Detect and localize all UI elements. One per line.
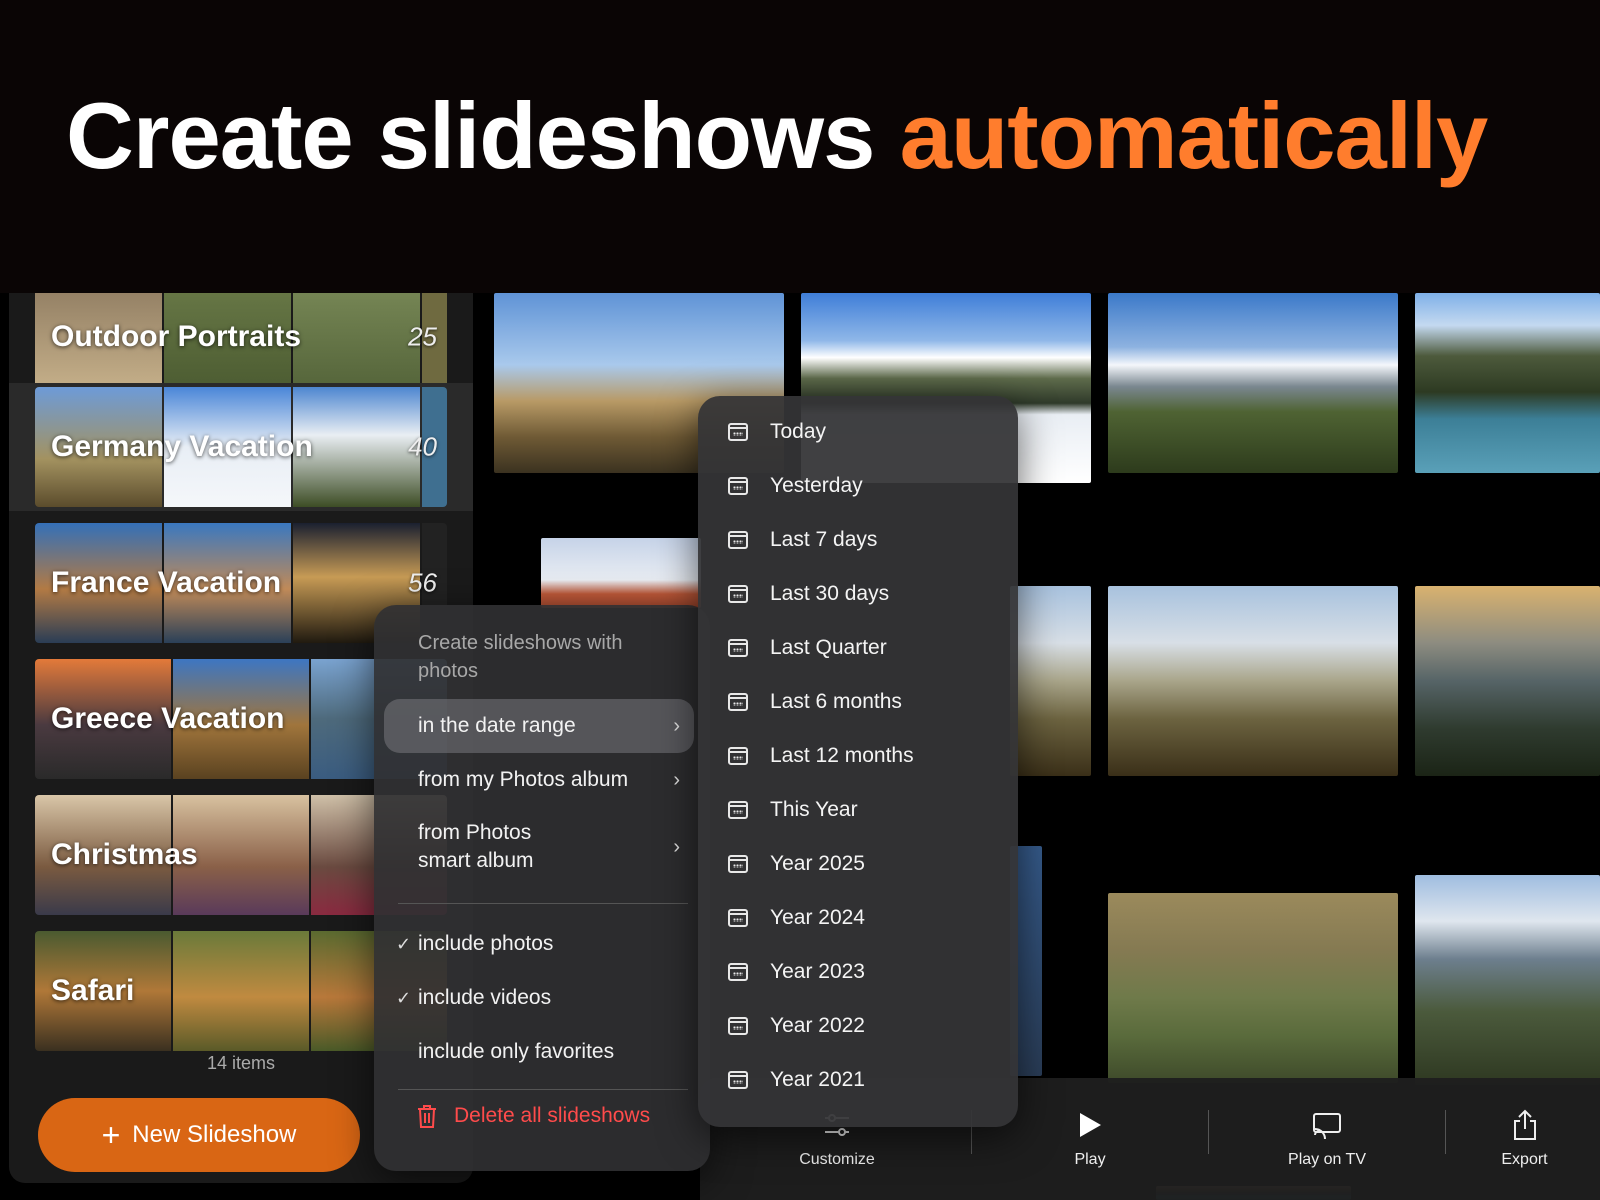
menu-item-include-videos[interactable]: ✓ include videos xyxy=(384,971,694,1025)
date-option-yesterday[interactable]: Yesterday xyxy=(728,466,863,506)
album-name: Safari xyxy=(51,974,135,1007)
calendar-icon xyxy=(728,531,748,549)
date-option-label: Year 2021 xyxy=(770,1068,865,1091)
album-name: France Vacation xyxy=(51,566,282,599)
date-option-label: Last Quarter xyxy=(770,636,887,659)
create-slideshow-menu: Create slideshows with photos in the dat… xyxy=(374,605,710,1171)
menu-item-label: include videos xyxy=(418,986,552,1009)
album-name: Christmas xyxy=(51,838,198,871)
date-option-year-2021[interactable]: Year 2021 xyxy=(728,1060,865,1100)
date-option-label: This Year xyxy=(770,798,858,821)
calendar-icon xyxy=(728,747,748,765)
calendar-icon xyxy=(728,1071,748,1089)
photo-tile[interactable] xyxy=(541,538,701,608)
date-option-last-6-months[interactable]: Last 6 months xyxy=(728,682,902,722)
calendar-icon xyxy=(728,423,748,441)
menu-item-include-favorites[interactable]: include only favorites xyxy=(384,1025,694,1079)
photo-tile[interactable] xyxy=(1108,586,1398,776)
album-row[interactable]: Germany Vacation 40 xyxy=(9,383,473,511)
chevron-right-icon: › xyxy=(673,714,680,737)
export-button[interactable]: Export xyxy=(1449,1078,1600,1200)
photo-tile[interactable] xyxy=(1415,875,1600,1085)
calendar-icon xyxy=(728,963,748,981)
plus-icon: + xyxy=(101,1117,121,1153)
date-option-label: Year 2022 xyxy=(770,1014,865,1037)
menu-item-label: include only favorites xyxy=(418,1040,615,1063)
date-option-label: Yesterday xyxy=(770,474,863,497)
date-option-today[interactable]: Today xyxy=(728,412,826,452)
new-slideshow-button[interactable]: + New Slideshow xyxy=(38,1098,360,1172)
menu-item-include-photos[interactable]: ✓ include photos xyxy=(384,917,694,971)
calendar-icon xyxy=(728,801,748,819)
date-option-last-quarter[interactable]: Last Quarter xyxy=(728,628,887,668)
date-option-last-30-days[interactable]: Last 30 days xyxy=(728,574,889,614)
checkmark-icon: ✓ xyxy=(396,987,412,1008)
date-option-label: Last 7 days xyxy=(770,528,878,551)
photo-tile[interactable] xyxy=(1108,893,1398,1083)
checkmark-icon: ✓ xyxy=(396,933,412,954)
date-option-year-2023[interactable]: Year 2023 xyxy=(728,952,865,992)
date-option-label: Last 12 months xyxy=(770,744,914,767)
menu-item-label: in the date range xyxy=(418,714,576,737)
album-name: Germany Vacation xyxy=(51,430,313,463)
share-icon xyxy=(1509,1109,1541,1141)
menu-item-label: include photos xyxy=(418,932,554,955)
calendar-icon xyxy=(728,693,748,711)
album-name: Outdoor Portraits xyxy=(51,320,302,353)
calendar-icon xyxy=(728,585,748,603)
photo-tile[interactable] xyxy=(1108,293,1398,473)
calendar-icon xyxy=(728,855,748,873)
date-option-label: Last 30 days xyxy=(770,582,890,605)
photo-tile[interactable] xyxy=(1010,586,1091,776)
calendar-icon xyxy=(728,477,748,495)
airplay-icon xyxy=(1311,1109,1343,1141)
headline-main: Create slideshows xyxy=(66,83,900,188)
date-option-label: Year 2025 xyxy=(770,852,865,875)
delete-all-slideshows-button[interactable]: Delete all slideshows xyxy=(416,1103,650,1129)
date-option-year-2024[interactable]: Year 2024 xyxy=(728,898,865,938)
menu-item-smart-album[interactable]: from Photos smart album › xyxy=(384,811,694,883)
album-count: 56 xyxy=(408,567,437,598)
delete-all-label: Delete all slideshows xyxy=(454,1104,651,1127)
date-option-last-12-months[interactable]: Last 12 months xyxy=(728,736,914,776)
play-on-tv-label: Play on TV xyxy=(1288,1151,1366,1168)
chevron-right-icon: › xyxy=(673,835,680,858)
customize-label: Customize xyxy=(799,1151,875,1168)
export-label: Export xyxy=(1501,1151,1548,1168)
photo-tile[interactable] xyxy=(1415,293,1600,473)
calendar-icon xyxy=(728,639,748,657)
date-option-label: Year 2024 xyxy=(770,906,865,929)
menu-item-label: from my Photos album xyxy=(418,768,629,791)
menu-item-label: from Photos smart album xyxy=(418,821,534,872)
chevron-right-icon: › xyxy=(673,768,680,791)
album-name: Greece Vacation xyxy=(51,702,285,735)
play-on-tv-button[interactable]: Play on TV xyxy=(1212,1078,1442,1200)
calendar-icon xyxy=(728,909,748,927)
date-option-year-2022[interactable]: Year 2022 xyxy=(728,1006,865,1046)
new-slideshow-label: New Slideshow xyxy=(132,1121,297,1148)
date-range-submenu: Today Yesterday Last 7 days Last 30 days… xyxy=(698,396,1018,1127)
menu-header: Create slideshows with photos xyxy=(418,632,623,682)
date-option-last-7-days[interactable]: Last 7 days xyxy=(728,520,877,560)
headline: Create slideshows automatically xyxy=(66,83,1489,188)
album-count: 25 xyxy=(408,321,437,352)
date-option-label: Year 2023 xyxy=(770,960,865,983)
album-count: 40 xyxy=(408,431,437,462)
date-option-year-2025[interactable]: Year 2025 xyxy=(728,844,865,884)
menu-item-date-range[interactable]: in the date range › xyxy=(384,699,694,753)
date-option-this-year[interactable]: This Year xyxy=(728,790,858,830)
date-option-label: Last 6 months xyxy=(770,690,902,713)
headline-accent: automatically xyxy=(899,83,1489,188)
date-option-label: Today xyxy=(770,420,827,443)
calendar-icon xyxy=(728,1017,748,1035)
play-icon xyxy=(1074,1109,1106,1141)
photo-tile[interactable] xyxy=(1415,586,1600,776)
menu-item-photos-album[interactable]: from my Photos album › xyxy=(384,753,694,807)
trash-icon xyxy=(418,1105,436,1128)
play-label: Play xyxy=(1074,1151,1106,1168)
